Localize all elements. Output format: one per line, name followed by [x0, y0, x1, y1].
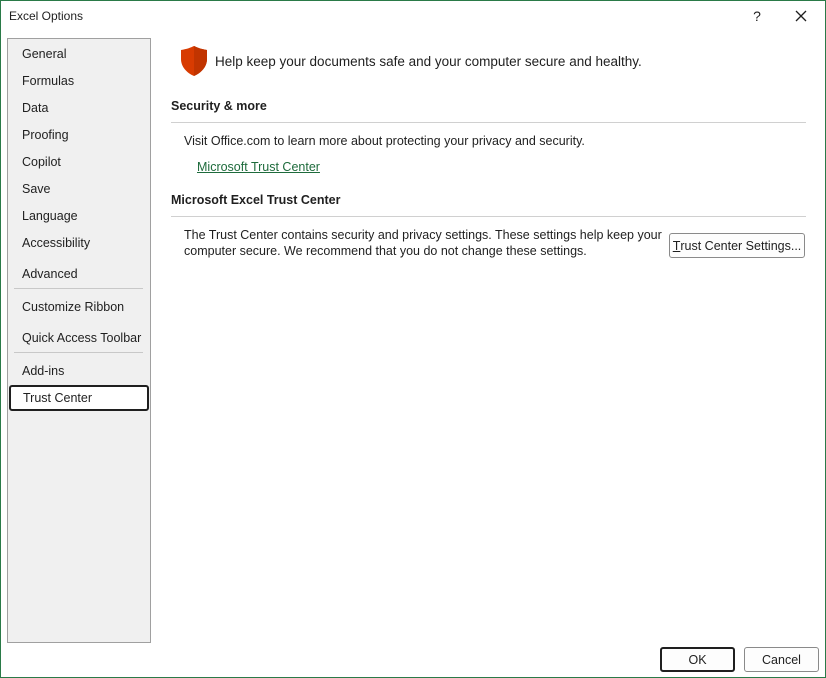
window-title: Excel Options: [9, 9, 84, 23]
trust-center-description-line1: The Trust Center contains security and p…: [184, 228, 662, 242]
help-button[interactable]: ?: [735, 3, 779, 29]
sidebar-item-formulas[interactable]: Formulas: [8, 68, 150, 94]
sidebar-item-accessibility[interactable]: Accessibility: [8, 230, 150, 256]
sidebar-item-customize-ribbon[interactable]: Customize Ribbon: [8, 294, 150, 320]
trust-center-settings-button[interactable]: Trust Center Settings...: [669, 233, 805, 258]
options-sidebar: General Formulas Data Proofing Copilot S…: [7, 38, 151, 643]
trust-center-description-line2: computer secure. We recommend that you d…: [184, 244, 587, 258]
security-description: Visit Office.com to learn more about pro…: [184, 134, 585, 148]
sidebar-item-quick-access-toolbar[interactable]: Quick Access Toolbar: [8, 325, 150, 351]
sidebar-divider: [14, 352, 143, 353]
sidebar-item-save[interactable]: Save: [8, 176, 150, 202]
sidebar-item-copilot[interactable]: Copilot: [8, 149, 150, 175]
shield-icon: [181, 46, 207, 76]
close-icon: [795, 10, 807, 22]
sidebar-item-advanced[interactable]: Advanced: [8, 261, 150, 287]
section-divider: [171, 216, 806, 217]
cancel-button[interactable]: Cancel: [744, 647, 819, 672]
ok-button[interactable]: OK: [660, 647, 735, 672]
sidebar-item-proofing[interactable]: Proofing: [8, 122, 150, 148]
trust-center-panel: Help keep your documents safe and your c…: [151, 31, 825, 641]
title-bar: Excel Options ?: [1, 1, 825, 31]
sidebar-item-trust-center[interactable]: Trust Center: [9, 385, 149, 411]
trust-center-settings-mnemonic: T: [672, 238, 681, 253]
sidebar-item-data[interactable]: Data: [8, 95, 150, 121]
sidebar-divider: [14, 288, 143, 289]
microsoft-trust-center-link[interactable]: Microsoft Trust Center: [197, 160, 320, 174]
close-button[interactable]: [779, 3, 823, 29]
sidebar-item-add-ins[interactable]: Add-ins: [8, 358, 150, 384]
security-section-title: Security & more: [171, 99, 267, 113]
trust-center-section-title: Microsoft Excel Trust Center: [171, 193, 341, 207]
trust-center-settings-label: rust Center Settings...: [680, 238, 802, 253]
excel-options-dialog: Excel Options ? General Formulas Data Pr…: [0, 0, 826, 678]
sidebar-item-general[interactable]: General: [8, 41, 150, 67]
sidebar-item-language[interactable]: Language: [8, 203, 150, 229]
trust-center-description: The Trust Center contains security and p…: [184, 227, 662, 259]
section-divider: [171, 122, 806, 123]
page-header-text: Help keep your documents safe and your c…: [215, 54, 642, 69]
